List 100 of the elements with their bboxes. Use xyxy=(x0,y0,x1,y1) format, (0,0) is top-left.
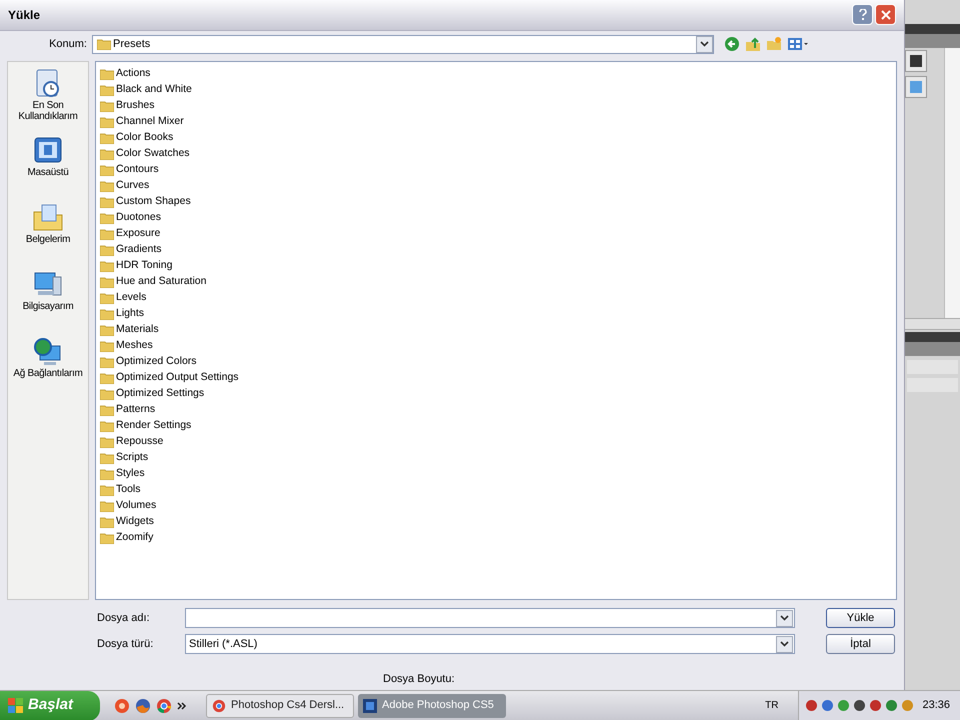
folder-icon xyxy=(100,340,114,352)
dropdown-button[interactable] xyxy=(696,36,713,53)
folder-icon xyxy=(100,516,114,528)
cancel-button[interactable]: İptal xyxy=(826,634,895,654)
folder-item[interactable]: Styles xyxy=(100,466,149,482)
chevron-down-icon xyxy=(780,641,789,647)
places-item[interactable]: Ağ Bağlantılarım xyxy=(8,336,88,394)
folder-item[interactable]: Levels xyxy=(100,290,150,306)
folder-icon xyxy=(100,372,114,384)
file-name-field[interactable] xyxy=(185,608,795,628)
folder-icon xyxy=(100,276,114,288)
folder-item[interactable]: Widgets xyxy=(100,514,158,530)
tray-icon[interactable] xyxy=(853,699,866,712)
dropdown-button[interactable] xyxy=(776,636,793,652)
folder-item[interactable]: Render Settings xyxy=(100,418,196,434)
folder-icon xyxy=(100,420,114,432)
folder-item[interactable]: Optimized Settings xyxy=(100,386,208,402)
help-icon xyxy=(858,8,866,21)
folder-item[interactable]: Actions xyxy=(100,66,154,82)
folder-item[interactable]: Optimized Output Settings xyxy=(100,370,243,386)
taskbar-button[interactable]: Photoshop Cs4 Dersl... xyxy=(206,694,354,718)
folder-icon xyxy=(100,452,114,464)
folder-icon xyxy=(100,532,114,544)
places-label: Ağ Bağlantılarım xyxy=(13,368,83,380)
folder-icon xyxy=(100,468,114,480)
folder-item[interactable]: Volumes xyxy=(100,498,160,514)
folder-icon xyxy=(100,244,114,256)
location-dropdown[interactable]: Presets xyxy=(92,34,714,54)
folder-item[interactable]: Brushes xyxy=(100,98,159,114)
folder-icon xyxy=(100,196,114,208)
folder-icon xyxy=(100,388,114,400)
close-button[interactable] xyxy=(875,4,896,26)
folder-icon xyxy=(100,148,114,160)
tray-icon[interactable] xyxy=(821,699,834,712)
view-menu-icon[interactable] xyxy=(787,36,809,52)
tray-icon[interactable] xyxy=(885,699,898,712)
places-item[interactable]: Bilgisayarım xyxy=(8,269,88,326)
folder-item[interactable]: Tools xyxy=(100,482,145,498)
folder-icon xyxy=(100,308,114,320)
folder-icon xyxy=(100,212,114,224)
folder-icon xyxy=(100,132,114,144)
folder-icon xyxy=(100,164,114,176)
folder-item[interactable]: Custom Shapes xyxy=(100,194,195,210)
folder-item[interactable]: Patterns xyxy=(100,402,160,418)
places-item[interactable]: Belgelerim xyxy=(8,202,88,260)
folder-item[interactable]: Repousse xyxy=(100,434,168,450)
chevron-down-icon xyxy=(700,41,709,48)
folder-item[interactable]: Channel Mixer xyxy=(100,114,188,130)
folder-item[interactable]: Black and White xyxy=(100,82,196,98)
round-app-icon[interactable] xyxy=(114,698,130,714)
folder-item[interactable]: Contours xyxy=(100,162,163,178)
folder-item[interactable]: Zoomify xyxy=(100,530,158,546)
folder-icon xyxy=(100,100,114,112)
folder-icon xyxy=(100,292,114,304)
dropdown-button[interactable] xyxy=(776,610,793,626)
places-label: En Son Kullandıklarım xyxy=(17,100,79,122)
folder-item[interactable]: Gradients xyxy=(100,242,166,258)
open-button[interactable]: Yükle xyxy=(826,608,895,628)
folder-item[interactable]: Color Swatches xyxy=(100,146,194,162)
folder-item[interactable]: Duotones xyxy=(100,210,165,226)
folder-icon xyxy=(100,260,114,272)
folder-item[interactable]: Lights xyxy=(100,306,148,322)
close-icon xyxy=(880,10,890,20)
folder-icon xyxy=(97,38,111,50)
folder-item[interactable]: Scripts xyxy=(100,450,152,466)
folder-item[interactable]: HDR Toning xyxy=(100,258,176,274)
folder-icon xyxy=(100,68,114,80)
fox-globe-icon[interactable] xyxy=(135,698,151,714)
folder-item[interactable]: Curves xyxy=(100,178,154,194)
tray-icon[interactable] xyxy=(869,699,882,712)
folder-item[interactable]: Optimized Colors xyxy=(100,354,201,370)
file-name-label: Dosya adı: xyxy=(96,610,151,626)
folder-item[interactable]: Meshes xyxy=(100,338,157,354)
file-type-label: Dosya türü: xyxy=(96,636,154,652)
location-value: Presets xyxy=(113,37,152,52)
places-item[interactable]: En Son Kullandıklarım xyxy=(8,68,88,126)
folder-icon xyxy=(100,116,114,128)
chevron-down-icon xyxy=(780,615,789,621)
folder-icon xyxy=(100,436,114,448)
chevron-double-icon[interactable] xyxy=(177,700,187,710)
app-square-icon xyxy=(363,698,377,712)
help-button[interactable] xyxy=(852,4,873,26)
places-label: Bilgisayarım xyxy=(22,301,74,312)
folder-icon xyxy=(100,356,114,368)
folder-item[interactable]: Hue and Saturation xyxy=(100,274,210,290)
folder-item[interactable]: Exposure xyxy=(100,226,164,242)
folder-icon xyxy=(100,484,114,496)
tray-icon[interactable] xyxy=(805,699,818,712)
location-label: Konum: xyxy=(48,37,88,52)
file-size-label: Dosya Boyutu: xyxy=(383,673,455,685)
windows-logo-icon xyxy=(8,698,24,714)
places-label: Masaüstü xyxy=(28,167,68,178)
places-item[interactable]: Masaüstü xyxy=(8,135,88,192)
language-indicator[interactable]: TR xyxy=(765,698,778,713)
file-type-value: Stilleri (*.ASL) xyxy=(189,636,258,652)
folder-icon xyxy=(100,84,114,96)
folder-item[interactable]: Materials xyxy=(100,322,163,338)
folder-item[interactable]: Color Books xyxy=(100,130,178,146)
up-folder-icon[interactable] xyxy=(745,36,761,52)
file-type-dropdown[interactable]: Stilleri (*.ASL) xyxy=(185,634,795,654)
